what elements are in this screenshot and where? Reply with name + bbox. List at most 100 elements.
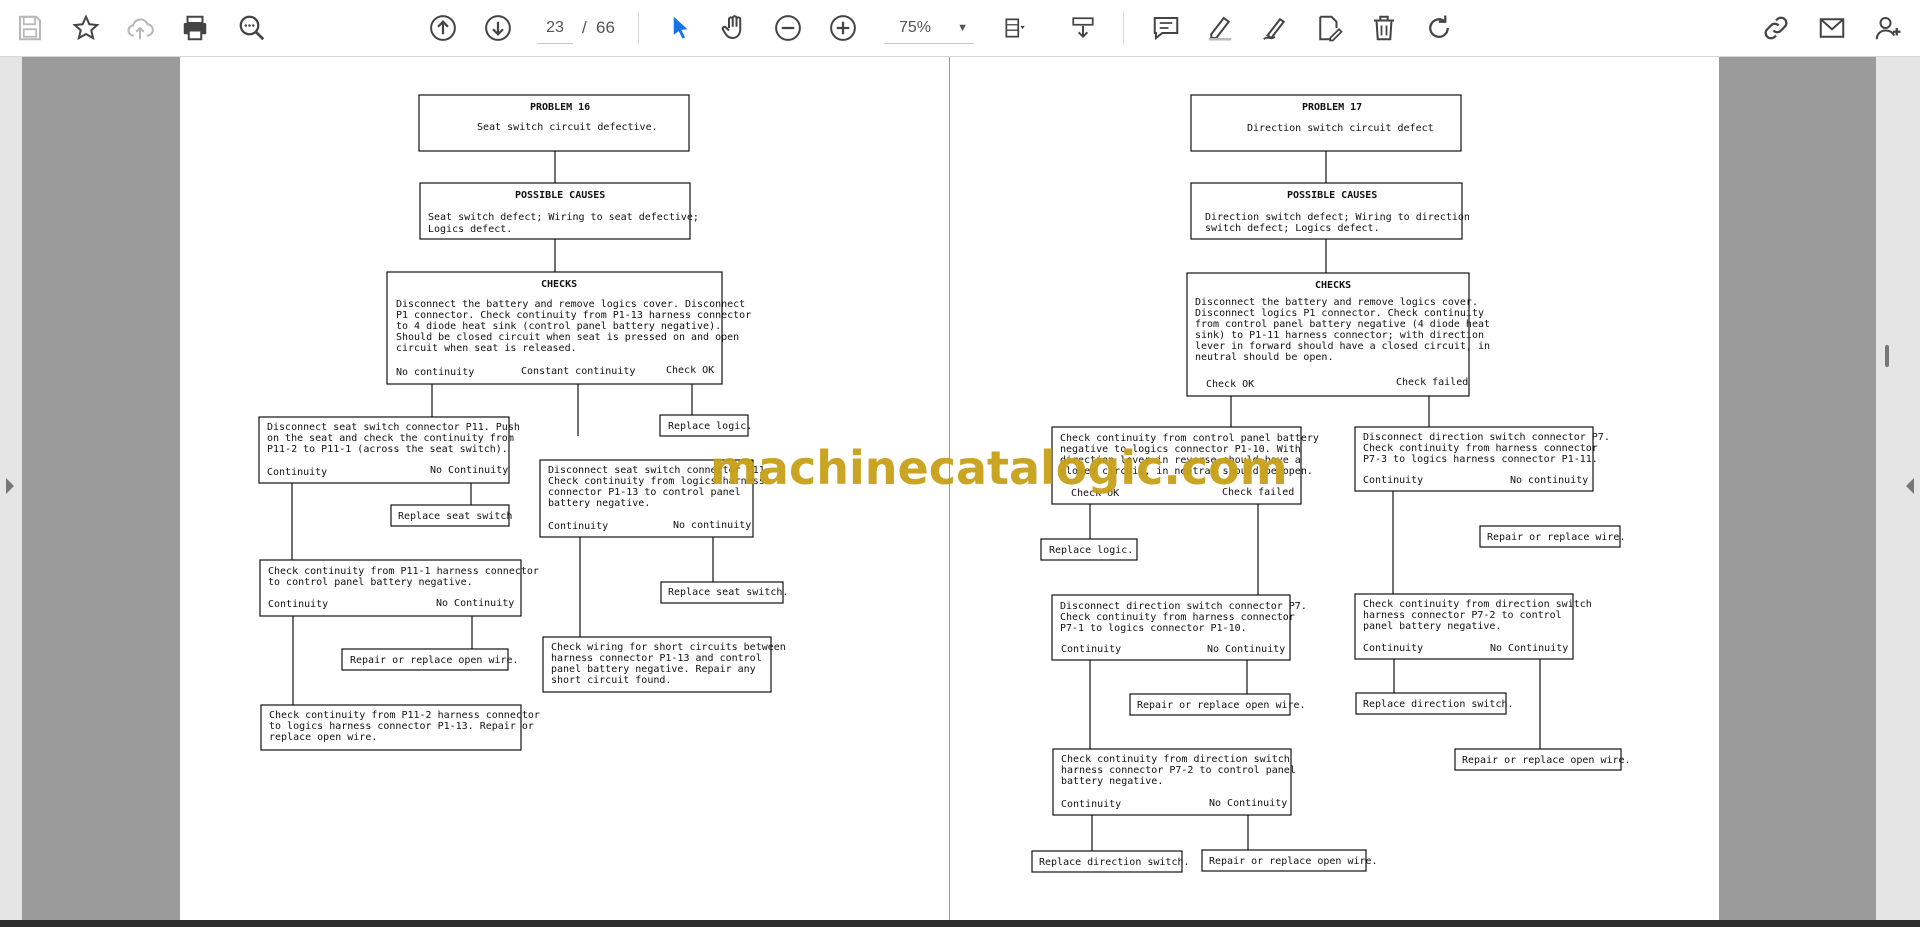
replace-logic-box: Replace logic. — [668, 421, 752, 432]
branch-label: No Continuity — [436, 598, 514, 609]
branch-label: Check OK — [666, 365, 714, 376]
checks-line: from control panel battery negative (4 d… — [1195, 319, 1490, 330]
disc-logics-line: battery negative. — [548, 498, 650, 509]
repair-wire-box: Repair or replace wire. — [1487, 532, 1625, 543]
branch-label: Constant continuity — [521, 366, 635, 377]
check-p11-1-line: to control panel battery negative. — [268, 577, 473, 588]
fill-sign-icon[interactable] — [1309, 8, 1349, 48]
problem-desc: Direction switch circuit defect — [1247, 123, 1434, 134]
comment-icon[interactable] — [1146, 8, 1186, 48]
share-link-icon[interactable] — [1756, 8, 1796, 48]
checks-line: P1 connector. Check continuity from P1-1… — [396, 310, 751, 321]
total-pages: 66 — [596, 18, 615, 37]
branch-label: Check failed — [1396, 377, 1468, 388]
check-p11-2-line: to logics harness connector P1-13. Repai… — [269, 721, 534, 732]
checks-line: lever in forward should have a closed ci… — [1195, 341, 1490, 352]
current-page-input[interactable]: 23 — [537, 13, 573, 44]
expand-left-panel-icon[interactable] — [6, 478, 14, 494]
branch-label: No Continuity — [1490, 643, 1568, 654]
repair-open-box: Repair or replace open wire. — [350, 655, 519, 666]
disc-p7-line: P7-3 to logics harness connector P1-11. — [1363, 454, 1598, 465]
branch-label: Continuity — [267, 467, 327, 478]
checks-line: Disconnect logics P1 connector. Check co… — [1195, 308, 1484, 319]
toolbar: 23 / 66 75% ▼ — [0, 0, 1920, 57]
check-p7-2-line: Check continuity from direction switch — [1061, 754, 1290, 765]
check-short-line: harness connector P1-13 and control — [551, 653, 762, 664]
rotate-icon[interactable] — [1419, 8, 1459, 48]
disc-p7-line: Disconnect direction switch connector P7… — [1363, 432, 1610, 443]
branch-label: No Continuity — [1207, 644, 1285, 655]
branch-label: Check OK — [1206, 379, 1254, 390]
watermark-text: machinecatalogic.com — [710, 441, 1288, 495]
delete-icon[interactable] — [1364, 8, 1404, 48]
replace-dir-box: Replace direction switch. — [1039, 857, 1190, 868]
page-separator: / — [582, 18, 587, 37]
checks-line: sink) to P1-11 harness connector; with d… — [1195, 330, 1484, 341]
branch-label: No continuity — [1510, 475, 1588, 486]
branch-label: No Continuity — [430, 465, 508, 476]
find-zoom-icon[interactable] — [232, 8, 272, 48]
draw-sign-icon[interactable] — [1255, 8, 1295, 48]
branch-label: No continuity — [673, 520, 751, 531]
check-p11-2-line: replace open wire. — [269, 732, 377, 743]
disc-seat-line: P11-2 to P11-1 (across the seat switch). — [267, 444, 508, 455]
page-down-icon[interactable] — [478, 8, 518, 48]
vertical-scrollbar[interactable] — [1885, 345, 1889, 367]
bookmark-star-icon[interactable] — [66, 8, 106, 48]
problem-desc: Seat switch circuit defective. — [477, 122, 658, 133]
repair-open-box: Repair or replace open wire. — [1137, 700, 1306, 711]
check-short-line: short circuit found. — [551, 675, 671, 686]
checks-line: to 4 diode heat sink (control panel batt… — [396, 321, 721, 332]
checks-title: CHECKS — [541, 279, 577, 290]
repair-open-box: Repair or replace open wire. — [1209, 856, 1378, 867]
zoom-out-icon[interactable] — [768, 8, 808, 48]
repair-open-box: Repair or replace open wire. — [1462, 755, 1631, 766]
check-p7-2-line: panel battery negative. — [1363, 621, 1501, 632]
save-icon[interactable] — [10, 8, 50, 48]
branch-label: Continuity — [1061, 799, 1121, 810]
check-p11-1-line: Check continuity from P11-1 harness conn… — [268, 566, 539, 577]
causes-line: Logics defect. — [428, 224, 512, 235]
branch-label: No continuity — [396, 367, 474, 378]
disc-p7-line: Check continuity from harness connector — [1363, 443, 1598, 454]
replace-seat-box: Replace seat switch. — [668, 587, 788, 598]
branch-label: Continuity — [268, 599, 328, 610]
check-p7-2-line: harness connector P7-2 to control — [1363, 610, 1562, 621]
disc-seat-line: on the seat and check the continuity fro… — [267, 433, 514, 444]
cloud-upload-icon[interactable] — [120, 8, 160, 48]
page-up-icon[interactable] — [423, 8, 463, 48]
disc-seat-line: Disconnect seat switch connector P11. Pu… — [267, 422, 520, 433]
fit-page-icon[interactable] — [995, 8, 1035, 48]
disc-p7-line: Disconnect direction switch connector P7… — [1060, 601, 1307, 612]
disc-p7-line: Check continuity from harness connector — [1060, 612, 1295, 623]
branch-label: Continuity — [548, 521, 608, 532]
replace-logic-box: Replace logic. — [1049, 545, 1133, 556]
highlight-pen-icon[interactable] — [1200, 8, 1240, 48]
zoom-in-icon[interactable] — [823, 8, 863, 48]
causes-line: switch defect; Logics defect. — [1205, 223, 1380, 234]
causes-line: Seat switch defect; Wiring to seat defec… — [428, 212, 699, 223]
email-icon[interactable] — [1812, 8, 1852, 48]
checks-line: Disconnect the battery and remove logics… — [1195, 297, 1478, 308]
expand-right-panel-icon[interactable] — [1906, 478, 1914, 494]
causes-title: POSSIBLE CAUSES — [515, 190, 605, 201]
scroll-mode-icon[interactable] — [1063, 8, 1103, 48]
select-cursor-icon[interactable] — [660, 8, 700, 48]
zoom-select[interactable]: 75% ▼ — [884, 13, 974, 44]
add-user-icon[interactable] — [1868, 8, 1908, 48]
checks-title: CHECKS — [1315, 280, 1351, 291]
status-bar — [0, 920, 1920, 927]
check-p11-2-line: Check continuity from P11-2 harness conn… — [269, 710, 540, 721]
checks-line: neutral should be open. — [1195, 352, 1333, 363]
check-p7-2-line: harness connector P7-2 to control panel — [1061, 765, 1296, 776]
check-short-line: panel battery negative. Repair any — [551, 664, 756, 675]
disc-p7-line: P7-1 to logics connector P1-10. — [1060, 623, 1247, 634]
print-icon[interactable] — [175, 8, 215, 48]
checks-line: Should be closed circuit when seat is pr… — [396, 332, 739, 343]
check-short-line: Check wiring for short circuits between — [551, 642, 786, 653]
problem-title: PROBLEM 17 — [1302, 102, 1362, 113]
hand-pan-icon[interactable] — [714, 8, 754, 48]
replace-dir-box: Replace direction switch. — [1363, 699, 1514, 710]
problem-title: PROBLEM 16 — [530, 102, 590, 113]
check-p7-2-line: Check continuity from direction switch — [1363, 599, 1592, 610]
